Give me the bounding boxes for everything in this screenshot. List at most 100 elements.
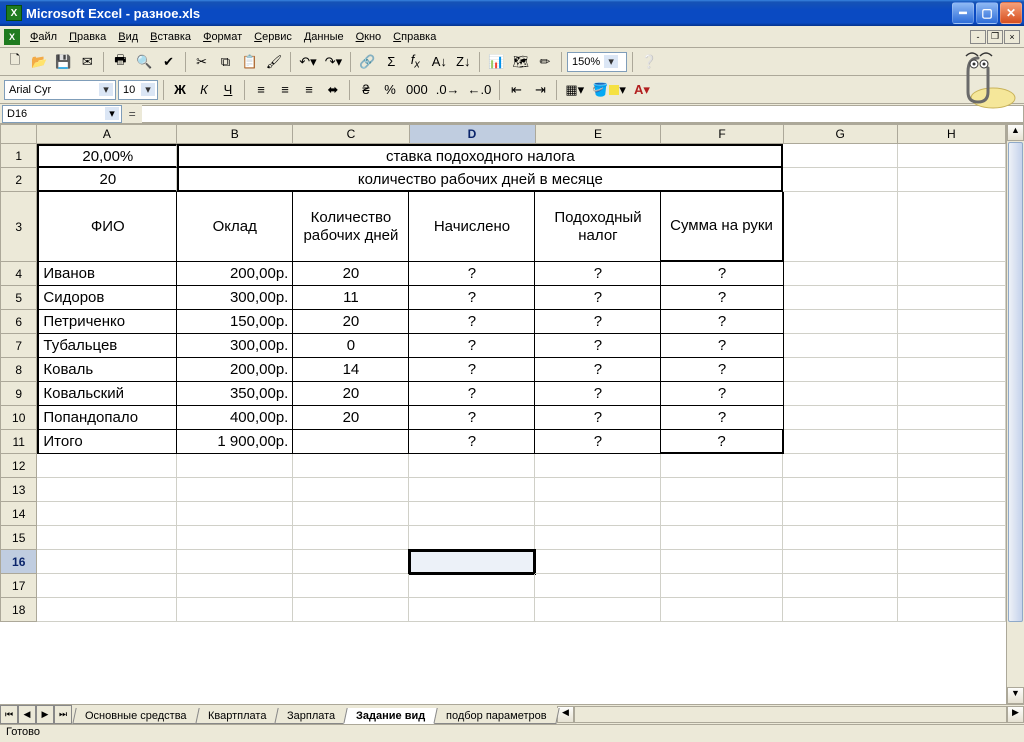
sheet-tab-2[interactable]: Зарплата	[274, 708, 348, 724]
cell-C10[interactable]: 20	[293, 406, 409, 430]
paste-icon[interactable]: 📋	[239, 51, 261, 73]
cell-G15[interactable]	[783, 526, 897, 550]
cell-E11[interactable]: ?	[535, 430, 661, 454]
cell-D4[interactable]: ?	[409, 262, 535, 286]
underline-button[interactable]: Ч	[217, 79, 239, 101]
cell-D18[interactable]	[409, 598, 535, 622]
col-head-G[interactable]: G	[784, 124, 898, 144]
col-head-B[interactable]: B	[177, 124, 293, 144]
cell-A3[interactable]: ФИО	[37, 192, 177, 262]
tab-first-icon[interactable]: ⏮	[0, 705, 18, 724]
row-head-4[interactable]: 4	[0, 262, 37, 286]
cell-D9[interactable]: ?	[409, 382, 535, 406]
cell-F13[interactable]	[661, 478, 783, 502]
cell-B12[interactable]	[177, 454, 293, 478]
cell-C9[interactable]: 20	[293, 382, 409, 406]
sheet-tab-3[interactable]: Задание вид	[343, 708, 438, 724]
cell-A1[interactable]: 20,00%	[37, 144, 177, 168]
cell-A10[interactable]: Попандопало	[37, 406, 177, 430]
cell-C11[interactable]	[293, 430, 409, 454]
cell-F11[interactable]: ?	[661, 430, 783, 454]
menu-вставка[interactable]: Вставка	[144, 29, 197, 45]
cell-D5[interactable]: ?	[409, 286, 535, 310]
cell-G8[interactable]	[784, 358, 898, 382]
cell-C7[interactable]: 0	[293, 334, 409, 358]
cell-G12[interactable]	[783, 454, 897, 478]
drawing-icon[interactable]: ✏	[534, 51, 556, 73]
col-head-D[interactable]: D	[410, 124, 536, 144]
cut-icon[interactable]: ✂	[191, 51, 213, 73]
cell-A11[interactable]: Итого	[37, 430, 177, 454]
menu-формат[interactable]: Формат	[197, 29, 248, 45]
cell-E5[interactable]: ?	[535, 286, 661, 310]
cell-D8[interactable]: ?	[409, 358, 535, 382]
maximize-button[interactable]: ▢	[976, 2, 998, 24]
cell-B3[interactable]: Оклад	[177, 192, 293, 262]
cell-C6[interactable]: 20	[293, 310, 409, 334]
cell-D7[interactable]: ?	[409, 334, 535, 358]
cell-E13[interactable]	[535, 478, 661, 502]
cell-E15[interactable]	[535, 526, 661, 550]
doc-minimize-button[interactable]: -	[970, 30, 986, 44]
cell-B6[interactable]: 150,00р.	[177, 310, 293, 334]
dropdown-icon[interactable]: ▾	[105, 107, 119, 120]
cell-G17[interactable]	[783, 574, 897, 598]
cell-D17[interactable]	[409, 574, 535, 598]
cell-B7[interactable]: 300,00р.	[177, 334, 293, 358]
cell-F15[interactable]	[661, 526, 783, 550]
horizontal-scrollbar[interactable]: ◀ ▶	[557, 705, 1024, 724]
cell-D10[interactable]: ?	[409, 406, 535, 430]
col-head-F[interactable]: F	[661, 124, 783, 144]
dropdown-icon[interactable]: ▾	[141, 83, 155, 96]
cell-H3[interactable]	[898, 192, 1006, 262]
cell-G4[interactable]	[784, 262, 898, 286]
menu-окно[interactable]: Окно	[350, 29, 388, 45]
row-head-1[interactable]: 1	[0, 144, 37, 168]
copy-icon[interactable]: ⧉	[215, 51, 237, 73]
row-head-17[interactable]: 17	[0, 574, 37, 598]
cell-D6[interactable]: ?	[409, 310, 535, 334]
cell-C18[interactable]	[293, 598, 409, 622]
decrease-indent-icon[interactable]: ⇤	[505, 79, 527, 101]
tab-last-icon[interactable]: ⏭	[54, 705, 72, 724]
format-painter-icon[interactable]: 🖌	[263, 51, 286, 73]
dropdown-icon[interactable]: ▾	[99, 83, 113, 96]
menu-сервис[interactable]: Сервис	[248, 29, 298, 45]
cell-B4[interactable]: 200,00р.	[177, 262, 293, 286]
cell-F9[interactable]: ?	[661, 382, 783, 406]
bold-button[interactable]: Ж	[169, 79, 191, 101]
cell-G13[interactable]	[783, 478, 897, 502]
sheet-tab-1[interactable]: Квартплата	[195, 708, 279, 724]
doc-close-button[interactable]: ×	[1004, 30, 1020, 44]
cell-B8[interactable]: 200,00р.	[177, 358, 293, 382]
menu-правка[interactable]: Правка	[63, 29, 112, 45]
close-button[interactable]: ✕	[1000, 2, 1022, 24]
align-right-icon[interactable]: ≡	[298, 79, 320, 101]
col-head-A[interactable]: A	[37, 124, 177, 144]
cell-G10[interactable]	[784, 406, 898, 430]
cell-F10[interactable]: ?	[661, 406, 783, 430]
cell-F12[interactable]	[661, 454, 783, 478]
scroll-left-icon[interactable]: ◀	[557, 706, 574, 723]
row-head-12[interactable]: 12	[0, 454, 37, 478]
cell-H11[interactable]	[898, 430, 1006, 454]
chart-wizard-icon[interactable]: 📊	[485, 51, 507, 73]
cell-B17[interactable]	[177, 574, 293, 598]
menu-справка[interactable]: Справка	[387, 29, 442, 45]
cell-F14[interactable]	[661, 502, 783, 526]
menu-вид[interactable]: Вид	[112, 29, 144, 45]
minimize-button[interactable]: ━	[952, 2, 974, 24]
font-size-combo[interactable]: 10 ▾	[118, 80, 158, 100]
cell-C5[interactable]: 11	[293, 286, 409, 310]
cell-A7[interactable]: Тубальцев	[37, 334, 177, 358]
row-head-8[interactable]: 8	[0, 358, 37, 382]
row-head-6[interactable]: 6	[0, 310, 37, 334]
cell-H2[interactable]	[898, 168, 1006, 192]
cell-H18[interactable]	[898, 598, 1006, 622]
col-head-E[interactable]: E	[536, 124, 662, 144]
row-head-10[interactable]: 10	[0, 406, 37, 430]
cell-A17[interactable]	[37, 574, 177, 598]
cell-H4[interactable]	[898, 262, 1006, 286]
row-head-11[interactable]: 11	[0, 430, 37, 454]
cell-E9[interactable]: ?	[535, 382, 661, 406]
